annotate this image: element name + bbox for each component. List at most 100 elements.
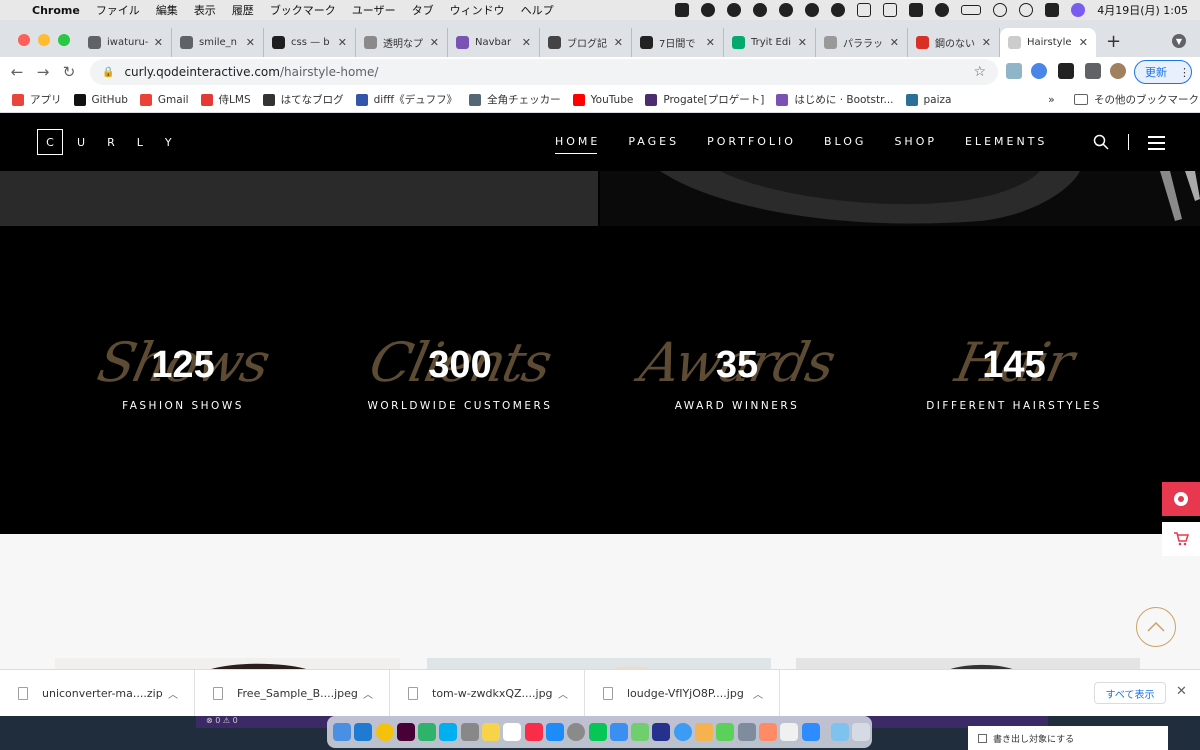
close-tab-icon[interactable]: ✕ (798, 36, 807, 49)
show-all-downloads-button[interactable]: すべて表示 (1094, 682, 1166, 704)
input-method-icon[interactable] (909, 3, 924, 17)
tab-5[interactable]: Navbar ✕ (448, 28, 540, 57)
download-item[interactable]: tom-w-zwdkxQZ....jpg ︿ (390, 669, 585, 717)
sourcetree-icon[interactable] (418, 723, 437, 741)
calendar-icon[interactable] (503, 723, 522, 741)
zoom-icon[interactable] (675, 3, 690, 17)
close-window-button[interactable] (18, 34, 30, 46)
bookmark-item[interactable]: 侍LMS (200, 92, 251, 107)
battery-icon[interactable] (961, 5, 982, 15)
skype-icon[interactable] (439, 723, 458, 741)
bookmark-star-icon[interactable]: ☆ (973, 64, 986, 80)
tab-6[interactable]: ブログ記 ✕ (540, 28, 632, 57)
zoom-window-button[interactable] (58, 34, 70, 46)
amazon-music-icon[interactable] (652, 723, 671, 741)
minimize-window-button[interactable] (38, 34, 50, 46)
lock-icon[interactable]: 🔒 (102, 67, 114, 78)
bookmark-item[interactable]: YouTube (572, 93, 633, 106)
new-tab-button[interactable]: + (1106, 31, 1121, 52)
back-arrow-icon[interactable]: ← (4, 63, 30, 81)
menubar-clock[interactable]: 4月19日(月) 1:05 (1097, 2, 1188, 18)
menu-history[interactable]: 履歴 (232, 2, 254, 18)
bookmark-item[interactable]: はじめに · Bootstr... (776, 92, 894, 107)
messages-icon[interactable] (716, 723, 735, 741)
hamburger-menu-icon[interactable] (1148, 136, 1165, 154)
more-menu-icon[interactable]: ⋮ (1179, 66, 1190, 79)
system-preferences-icon[interactable] (567, 723, 586, 741)
bookmark-item[interactable]: Gmail (139, 93, 189, 106)
gallery-card-1[interactable] (55, 658, 400, 669)
puzzle-extensions-icon[interactable] (1085, 63, 1101, 79)
tab-10[interactable]: 鋼のない ✕ (908, 28, 1000, 57)
chevron-up-icon[interactable]: ︿ (363, 686, 373, 701)
close-tab-icon[interactable]: ✕ (246, 36, 255, 49)
music-icon[interactable] (524, 723, 543, 741)
tool-app-icon[interactable] (737, 723, 756, 741)
creative-cloud-icon[interactable] (727, 3, 742, 17)
downloads-folder-icon[interactable] (830, 723, 849, 741)
tab-7[interactable]: 7日間で ✕ (632, 28, 724, 57)
reading-list-extension-icon[interactable] (1058, 63, 1074, 79)
checkmark-icon[interactable] (779, 3, 794, 17)
close-tab-icon[interactable]: ✕ (430, 36, 439, 49)
zoom-app-icon[interactable] (801, 723, 820, 741)
textedit-icon[interactable] (780, 723, 799, 741)
display-icon[interactable] (883, 3, 898, 17)
chevron-up-icon[interactable]: ︿ (558, 686, 568, 701)
menu-view[interactable]: 表示 (194, 2, 216, 18)
close-tab-icon[interactable]: ✕ (1079, 36, 1088, 49)
menu-bookmarks[interactable]: ブックマーク (270, 2, 336, 18)
nav-shop[interactable]: SHOP (894, 135, 937, 154)
tab-9[interactable]: パララッ ✕ (816, 28, 908, 57)
menu-user[interactable]: ユーザー (352, 2, 396, 18)
mail-icon[interactable] (609, 723, 628, 741)
side-cart-button[interactable] (1162, 522, 1200, 556)
mascot-app-icon[interactable] (695, 723, 714, 741)
menu-edit[interactable]: 編集 (156, 2, 178, 18)
menu-window[interactable]: ウィンドウ (450, 2, 505, 18)
profile-avatar[interactable] (1110, 63, 1126, 79)
close-tab-icon[interactable]: ✕ (522, 36, 531, 49)
close-tab-icon[interactable]: ✕ (154, 36, 163, 49)
bookmark-item[interactable]: アプリ (12, 92, 62, 107)
tab-1[interactable]: iwaturu- ✕ (80, 28, 172, 57)
menu-help[interactable]: ヘルプ (521, 2, 554, 18)
close-download-shelf-icon[interactable]: ✕ (1176, 684, 1187, 699)
safari-icon[interactable] (673, 723, 692, 741)
side-location-button[interactable] (1162, 482, 1200, 516)
nav-blog[interactable]: BLOG (824, 135, 866, 154)
bookmarks-overflow-button[interactable]: » (1048, 93, 1055, 106)
bookmark-item[interactable]: はてなブログ (262, 92, 344, 107)
scroll-to-top-button[interactable] (1136, 607, 1176, 647)
menu-tab[interactable]: タブ (412, 2, 434, 18)
tab-11[interactable]: Hairstyle ✕ (1000, 28, 1096, 57)
siri-icon[interactable] (1071, 3, 1086, 17)
menu-file[interactable]: ファイル (96, 2, 140, 18)
nav-home[interactable]: HOME (555, 135, 600, 154)
volume-icon[interactable] (857, 3, 872, 17)
tab-search-chevron-icon[interactable]: ▼ (1172, 34, 1186, 48)
download-item[interactable]: Free_Sample_B....jpeg ︿ (195, 669, 390, 717)
app-store-icon[interactable] (545, 723, 564, 741)
tab-3[interactable]: css — b ✕ (264, 28, 356, 57)
bolt-icon[interactable] (701, 3, 716, 17)
export-checkbox[interactable] (978, 733, 987, 743)
site-logo[interactable]: C URLY (37, 129, 194, 155)
gallery-card-2[interactable] (427, 658, 771, 669)
moon-icon[interactable] (935, 3, 950, 17)
tab-8[interactable]: Tryit Edi ✕ (724, 28, 816, 57)
bookmark-item[interactable]: paiza (905, 93, 951, 106)
close-tab-icon[interactable]: ✕ (614, 36, 623, 49)
download-item[interactable]: uniconverter-ma....zip ︿ (0, 669, 195, 717)
download-item[interactable]: loudge-VfIYjO8P....jpg ︿ (585, 669, 780, 717)
tab-2[interactable]: smile_n ✕ (172, 28, 264, 57)
xd-icon[interactable] (396, 723, 415, 741)
nav-portfolio[interactable]: PORTFOLIO (707, 135, 796, 154)
forward-arrow-icon[interactable]: → (30, 63, 56, 81)
bookmark-item[interactable]: Progate[プロゲート] (645, 92, 764, 107)
translate-extension-icon[interactable] (1031, 63, 1047, 79)
bookmark-item[interactable]: GitHub (73, 93, 128, 106)
menu-app-name[interactable]: Chrome (32, 4, 80, 17)
address-bar[interactable]: 🔒 curly.qodeinteractive.com/hairstyle-ho… (90, 59, 998, 85)
maps-icon[interactable] (631, 723, 650, 741)
